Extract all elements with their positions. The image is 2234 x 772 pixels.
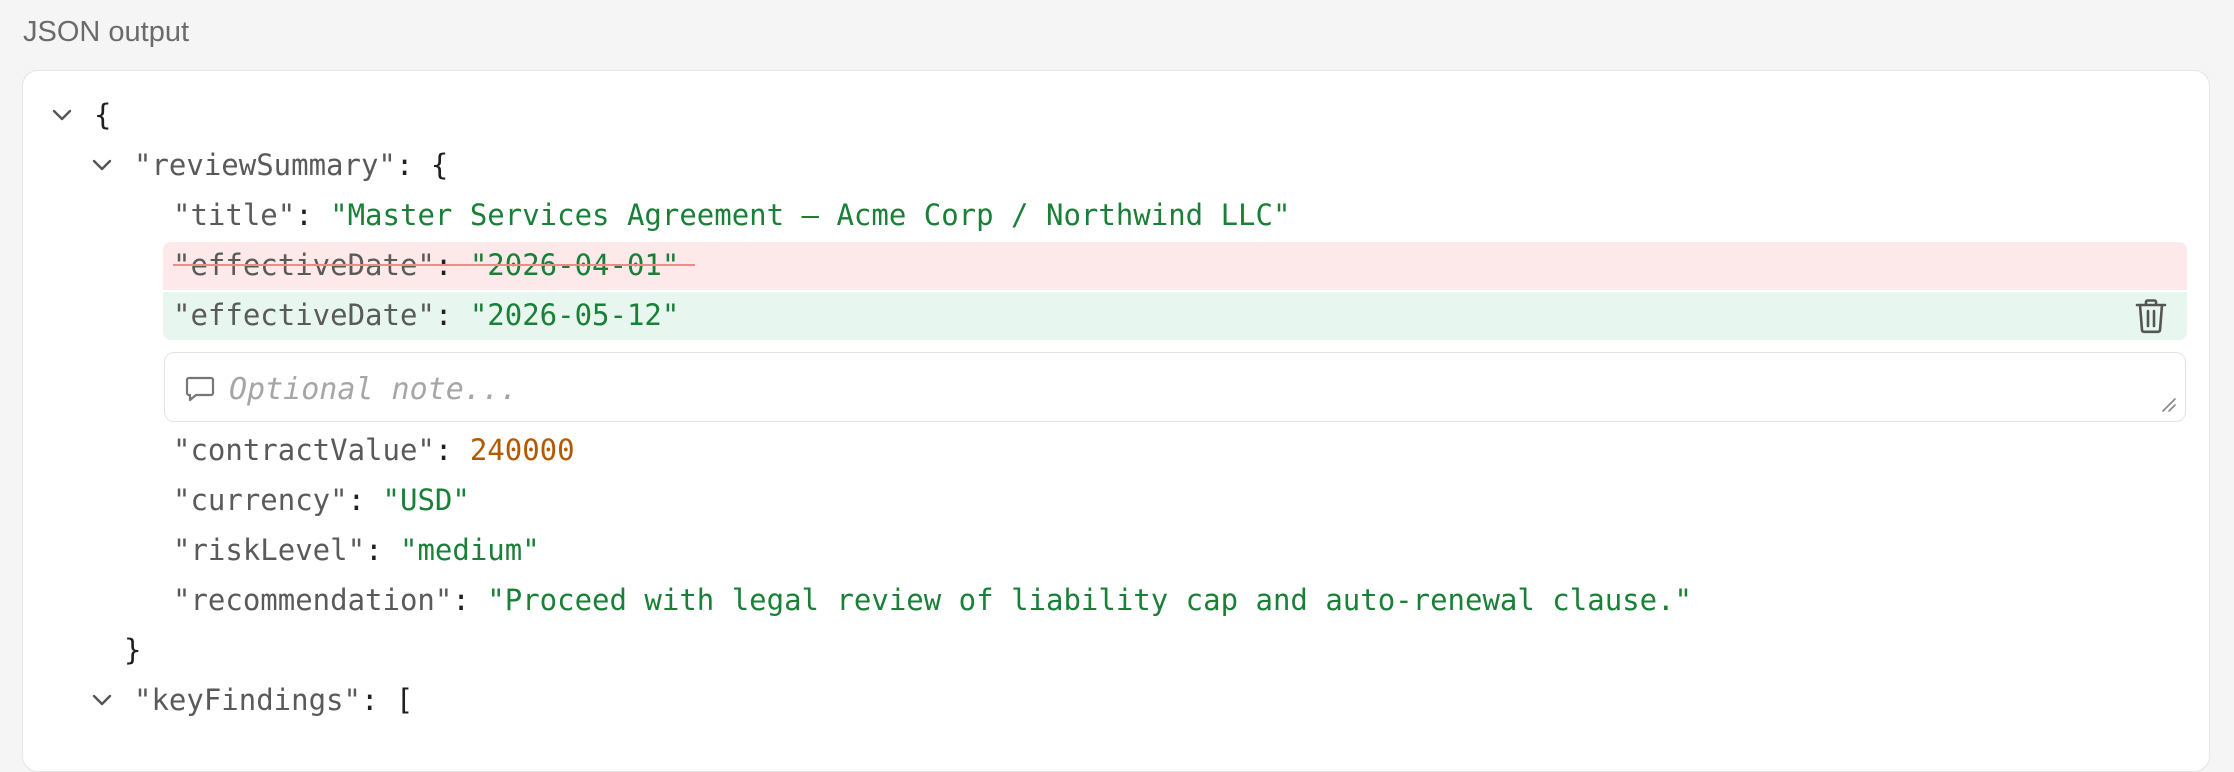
- contract-value-key: "contractValue": [173, 433, 435, 467]
- review-summary-key: "reviewSummary": [134, 148, 396, 182]
- json-line-title: "title": "Master Services Agreement — Ac…: [173, 190, 1290, 240]
- delete-change-trash-icon[interactable]: [2134, 298, 2168, 334]
- json-line-review-summary: "reviewSummary": {: [134, 140, 448, 190]
- json-line-close-brace: }: [124, 625, 141, 675]
- json-line-root: {: [94, 90, 111, 140]
- title-value: "Master Services Agreement — Acme Corp /…: [330, 198, 1291, 232]
- collapse-key-findings-chevron-down-icon[interactable]: [90, 688, 114, 712]
- json-line-currency: "currency": "USD": [173, 475, 470, 525]
- collapse-root-chevron-down-icon[interactable]: [50, 103, 74, 127]
- title-key: "title": [173, 198, 296, 232]
- root-open-brace: {: [94, 98, 112, 132]
- note-input[interactable]: [227, 363, 2131, 415]
- key-findings-key: "keyFindings": [134, 683, 361, 717]
- risk-level-key: "riskLevel": [173, 533, 366, 567]
- close-brace: }: [124, 633, 142, 667]
- effective-date-key-added: "effectiveDate": [173, 298, 435, 332]
- strikethrough-line: [173, 264, 695, 266]
- currency-value: "USD": [382, 483, 470, 517]
- json-line-contract-value: "contractValue": 240000: [173, 425, 575, 475]
- currency-key: "currency": [173, 483, 348, 517]
- collapse-review-summary-chevron-down-icon[interactable]: [90, 153, 114, 177]
- section-title: JSON output: [23, 16, 190, 48]
- note-field[interactable]: [164, 352, 2186, 422]
- recommendation-value: "Proceed with legal review of liability …: [487, 583, 1692, 617]
- effective-date-value-added: "2026-05-12": [469, 298, 680, 332]
- risk-level-value: "medium": [399, 533, 540, 567]
- colon-open-brace: : {: [395, 148, 449, 182]
- colon-open-bracket: : [: [360, 683, 414, 717]
- json-line-risk-level: "riskLevel": "medium": [173, 525, 540, 575]
- comment-icon: [185, 375, 215, 403]
- resize-grip-icon[interactable]: [2159, 395, 2177, 413]
- json-line-recommendation: "recommendation": "Proceed with legal re…: [173, 575, 1692, 625]
- contract-value-number: 240000: [469, 433, 575, 467]
- json-line-effective-date-added: "effectiveDate": "2026-05-12": [173, 290, 679, 340]
- json-line-key-findings: "keyFindings": [: [134, 675, 413, 725]
- recommendation-key: "recommendation": [173, 583, 453, 617]
